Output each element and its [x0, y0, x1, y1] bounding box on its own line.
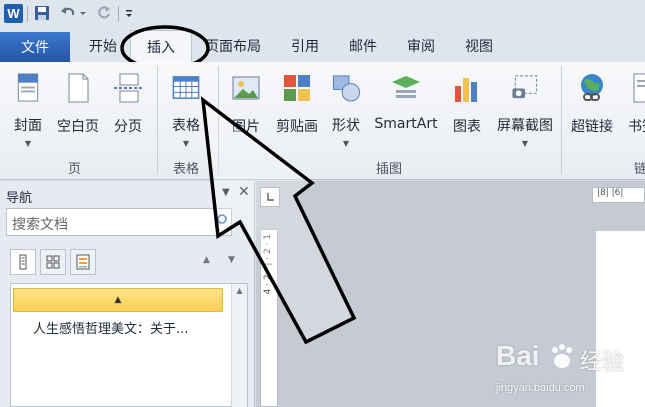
group-separator	[561, 66, 562, 174]
chart-label: 图表	[453, 119, 481, 135]
hyperlink-label: 超链接	[571, 119, 613, 135]
group-separator	[157, 66, 158, 174]
tab-view[interactable]: 视图	[454, 30, 504, 62]
next-heading-icon[interactable]: ▼	[228, 255, 235, 265]
baidu-watermark: Bai 经验 jingyan.baidu.com	[496, 340, 644, 404]
ribbon-tab-row: 文件 开始 插入 页面布局 引用 邮件 审阅 视图	[0, 30, 645, 62]
watermark-url: jingyan.baidu.com	[496, 382, 585, 394]
table-button[interactable]: 表格 ▼	[166, 68, 206, 148]
picture-button[interactable]: 图片	[226, 68, 266, 148]
picture-icon	[232, 76, 260, 100]
table-icon	[172, 76, 200, 99]
undo-icon[interactable]	[60, 5, 76, 21]
thumbnail-view-icon	[46, 255, 60, 269]
tab-file[interactable]: 文件	[0, 32, 70, 62]
watermark-brand: Bai	[496, 340, 540, 371]
list-item[interactable]: 人生感悟哲理美文：关于...	[33, 318, 188, 337]
ribbon-insert-panel: 封面 ▼ 空白页 分页 页 表格 ▼ 表格 图片 剪贴画 形状 ▼ SmartA…	[0, 62, 645, 180]
tab-results[interactable]	[70, 249, 96, 275]
chevron-down-icon: ▼	[182, 139, 190, 148]
qat-separator	[118, 6, 119, 22]
clipart-button[interactable]: 剪贴画	[272, 68, 322, 148]
horizontal-ruler[interactable]: |8| |6|	[592, 187, 645, 203]
tab-mailings[interactable]: 邮件	[338, 30, 388, 62]
screenshot-label: 屏幕截图	[497, 118, 553, 134]
collapse-icon: ▲	[114, 295, 122, 305]
page-break-icon	[114, 73, 142, 103]
chevron-down-icon: ▼	[24, 139, 32, 148]
navigation-pane: 导航 ▼ ✕ 搜索文档 ▲ ▼ ▲ 人生感悟哲理美文：关于... ▲	[0, 181, 255, 407]
redo-icon[interactable]	[96, 5, 112, 21]
bookmark-button[interactable]: 书签	[622, 68, 645, 148]
screenshot-icon	[512, 75, 538, 99]
quick-access-toolbar: W	[0, 0, 645, 30]
chevron-down-icon: ▼	[342, 139, 350, 148]
clipart-label: 剪贴画	[276, 119, 318, 135]
blank-page-icon	[68, 73, 89, 103]
headings-view-icon	[19, 254, 27, 270]
tab-pages[interactable]	[40, 249, 66, 275]
group-label-pages: 页	[68, 162, 82, 177]
close-icon[interactable]: ✕	[238, 184, 250, 200]
cover-page-label: 封面	[14, 118, 42, 134]
vertical-ruler-marks: 4 · 2 · | · 2 · 1	[263, 234, 273, 295]
tab-references[interactable]: 引用	[280, 30, 330, 62]
blank-page-label: 空白页	[57, 119, 99, 135]
tab-headings[interactable]	[10, 249, 36, 275]
save-icon[interactable]	[34, 5, 50, 21]
group-label-links: 链	[634, 162, 645, 177]
watermark-brand-cn: 经验	[580, 350, 625, 375]
smartart-button[interactable]: SmartArt	[372, 68, 440, 148]
bookmark-label: 书签	[628, 119, 645, 135]
navigation-pane-title: 导航	[6, 191, 33, 206]
page-break-label: 分页	[114, 119, 142, 135]
search-icon[interactable]	[214, 213, 228, 227]
bookmark-icon	[633, 73, 645, 103]
blank-page-button[interactable]: 空白页	[54, 68, 102, 148]
globe-link-icon	[581, 74, 603, 101]
results-view-icon	[76, 254, 90, 270]
search-input[interactable]: 搜索文档	[6, 208, 232, 236]
smartart-icon	[392, 76, 420, 98]
qat-separator	[27, 6, 28, 22]
heading-list-scrollbar[interactable]: ▲	[231, 284, 247, 407]
group-label-tables: 表格	[173, 162, 200, 177]
customize-qat-icon[interactable]	[124, 5, 134, 21]
clipart-icon	[284, 75, 310, 101]
previous-heading-icon[interactable]: ▲	[203, 255, 210, 265]
group-label-illustrations: 插图	[376, 162, 403, 177]
pane-options-icon[interactable]: ▼	[222, 187, 230, 198]
smartart-label: SmartArt	[374, 116, 438, 132]
vertical-ruler[interactable]: 4 · 2 · | · 2 · 1	[260, 229, 278, 407]
cover-page-icon	[17, 73, 39, 102]
word-logo-icon[interactable]: W	[4, 4, 23, 23]
chevron-down-icon: ▼	[521, 139, 529, 148]
group-separator	[218, 66, 219, 174]
heading-collapse-bar[interactable]: ▲	[13, 288, 223, 312]
shapes-label: 形状	[332, 118, 360, 134]
shapes-icon	[332, 75, 361, 102]
page-break-button[interactable]: 分页	[110, 68, 146, 148]
tab-review[interactable]: 审阅	[396, 30, 446, 62]
picture-label: 图片	[232, 119, 260, 135]
tab-selector[interactable]	[260, 187, 280, 207]
shapes-button[interactable]: 形状 ▼	[326, 68, 366, 148]
left-tab-icon	[267, 193, 274, 201]
undo-dropdown-icon[interactable]	[78, 5, 88, 21]
table-label: 表格	[172, 118, 200, 134]
chart-button[interactable]: 图表	[448, 68, 486, 148]
cover-page-button[interactable]: 封面 ▼	[8, 68, 48, 148]
screenshot-button[interactable]: 屏幕截图 ▼	[492, 68, 558, 148]
scroll-up-icon[interactable]: ▲	[232, 286, 247, 295]
hyperlink-button[interactable]: 超链接	[568, 68, 616, 148]
heading-list: ▲ 人生感悟哲理美文：关于... ▲	[10, 283, 248, 407]
paw-logo-icon	[552, 344, 572, 368]
bar-chart-icon	[455, 78, 477, 102]
